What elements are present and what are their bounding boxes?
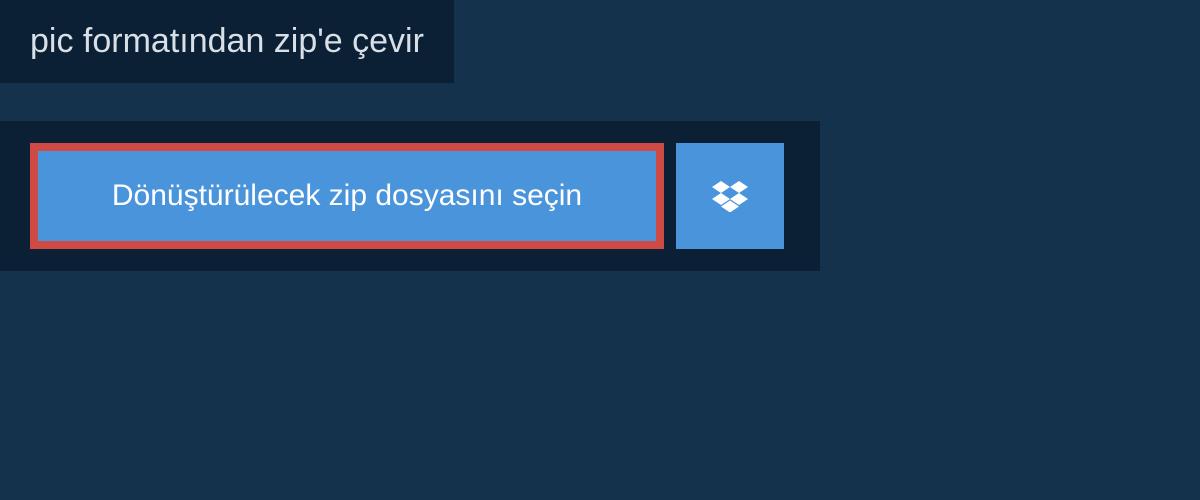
- select-file-button[interactable]: Dönüştürülecek zip dosyasını seçin: [30, 143, 664, 249]
- header-bar: pic formatından zip'e çevir: [0, 0, 454, 83]
- content-area: Dönüştürülecek zip dosyasını seçin: [0, 121, 820, 271]
- dropbox-button[interactable]: [676, 143, 784, 249]
- page-title: pic formatından zip'e çevir: [30, 22, 424, 61]
- select-file-label: Dönüştürülecek zip dosyasını seçin: [112, 179, 582, 213]
- dropbox-icon: [712, 180, 748, 212]
- button-row: Dönüştürülecek zip dosyasını seçin: [30, 143, 790, 249]
